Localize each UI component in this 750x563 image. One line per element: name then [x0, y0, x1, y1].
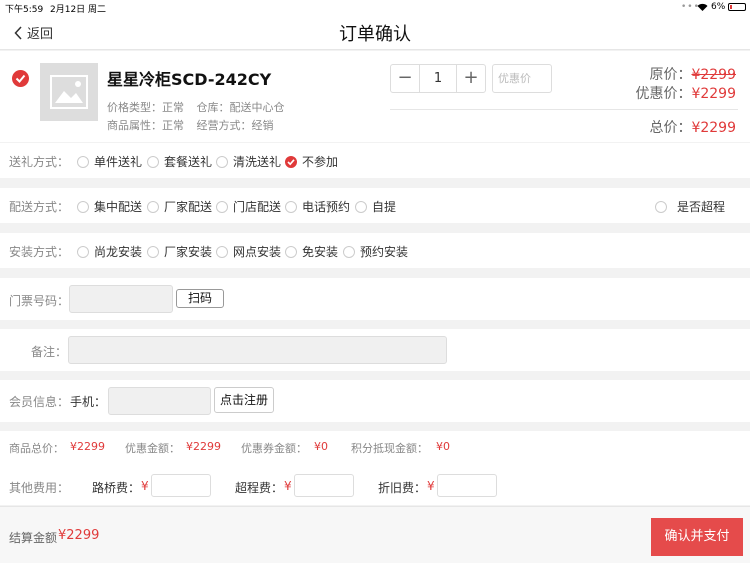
settle-label: 结算金额: [9, 531, 58, 545]
divider: [390, 109, 738, 110]
currency-symbol: ¥: [141, 479, 149, 493]
total-price-label: 总价：: [649, 120, 692, 136]
install-label: 安装方式：: [9, 245, 70, 259]
discount-amount-label: 优惠金额：: [125, 442, 180, 455]
gift-option-cleaning[interactable]: 清洗送礼: [216, 153, 281, 170]
gift-option-single[interactable]: 单件送礼: [77, 153, 142, 170]
product-line-1: 价格类型：正常 仓库：配送中心仓: [107, 99, 285, 115]
footer-bar: 结算金额 ¥2299 确认并支付: [0, 506, 750, 563]
gift-option-package[interactable]: 套餐送礼: [147, 153, 212, 170]
page-title: 订单确认: [339, 24, 411, 45]
summary-section: 商品总价： ¥2299 优惠金额： ¥2299 优惠券金额： ¥0 积分抵现金额…: [0, 431, 750, 505]
product-checkbox[interactable]: [12, 70, 29, 87]
confirm-pay-button[interactable]: 确认并支付: [651, 518, 743, 556]
delivery-option-factory[interactable]: 厂家配送: [147, 198, 212, 215]
ticket-number-input[interactable]: [69, 285, 173, 313]
attr-label: 商品属性：: [107, 119, 162, 132]
over-fee-label: 超程费：: [235, 481, 284, 495]
original-price-row: 原价：¥2299: [649, 64, 736, 84]
mode-label: 经营方式：: [196, 119, 252, 132]
overrange-toggle[interactable]: 是否超程: [655, 198, 725, 215]
currency-symbol: ¥: [284, 479, 292, 493]
discount-price-row: 优惠价：¥2299: [635, 83, 736, 103]
product-card: 星星冷柜SCD-242CY 价格类型：正常 仓库：配送中心仓 商品属性：正常 经…: [0, 51, 750, 142]
road-fee-label: 路桥费：: [92, 481, 141, 495]
delivery-option-phone[interactable]: 电话预约: [285, 198, 350, 215]
goods-total-label: 商品总价：: [9, 442, 64, 455]
gift-option-none[interactable]: 不参加: [285, 153, 338, 170]
old-fee-label: 折旧费：: [378, 481, 427, 495]
total-price-row: 总价：¥2299: [649, 117, 736, 137]
quantity-stepper: − 1 +: [390, 64, 486, 93]
check-icon: [287, 158, 295, 165]
price-type-label: 价格类型：: [107, 101, 162, 114]
settle-amount: ¥2299: [58, 528, 100, 543]
remark-input[interactable]: [68, 336, 447, 364]
warehouse-value: 配送中心仓: [229, 101, 285, 114]
original-price: ¥2299: [691, 67, 736, 83]
attr-value: 正常: [162, 119, 184, 132]
points-amount-label: 积分抵现金额：: [351, 442, 428, 455]
ticket-section: 门票号码： 扫码: [0, 278, 750, 320]
road-fee-input[interactable]: [151, 474, 211, 497]
status-bar: 下午5:59 2月12日 周二 ••• 6%: [0, 0, 750, 15]
battery-icon: [728, 3, 746, 11]
plus-button[interactable]: +: [456, 65, 485, 92]
discount-price: ¥2299: [691, 86, 736, 102]
original-price-label: 原价：: [649, 67, 692, 83]
delivery-section: 配送方式： 集中配送 厂家配送 门店配送 电话预约 自提 是否超程: [0, 188, 750, 223]
quantity-value[interactable]: 1: [420, 65, 456, 92]
wifi-icon: [697, 3, 708, 11]
goods-total-value: ¥2299: [70, 440, 105, 453]
member-label: 会员信息：: [9, 395, 70, 409]
ticket-label: 门票号码：: [9, 294, 70, 308]
delivery-option-central[interactable]: 集中配送: [77, 198, 142, 215]
install-option-shanglong[interactable]: 尚龙安装: [77, 243, 142, 260]
image-placeholder-icon: [50, 75, 88, 109]
install-option-outlet[interactable]: 网点安装: [216, 243, 281, 260]
discount-price-input[interactable]: 优惠价: [492, 64, 552, 93]
member-section: 会员信息： 手机： 点击注册: [0, 380, 750, 422]
minus-button[interactable]: −: [391, 65, 420, 92]
other-fees-label: 其他费用：: [9, 481, 70, 495]
nav-bar: 返回 订单确认: [0, 14, 750, 50]
remark-section: 备注：: [0, 329, 750, 371]
coupon-amount-label: 优惠券金额：: [241, 442, 307, 455]
delivery-option-store[interactable]: 门店配送: [216, 198, 281, 215]
delivery-option-pickup[interactable]: 自提: [355, 198, 396, 215]
remark-label: 备注：: [31, 345, 68, 359]
coupon-amount-value: ¥0: [314, 440, 328, 453]
product-name: 星星冷柜SCD-242CY: [107, 70, 272, 89]
register-button[interactable]: 点击注册: [214, 387, 274, 413]
total-price: ¥2299: [691, 120, 736, 136]
old-fee-input[interactable]: [437, 474, 497, 497]
phone-label: 手机：: [70, 395, 107, 409]
points-amount-value: ¥0: [436, 440, 450, 453]
currency-symbol: ¥: [427, 479, 435, 493]
warehouse-label: 仓库：: [196, 101, 230, 114]
product-image: [40, 63, 98, 121]
check-icon: [15, 74, 26, 83]
discount-price-label: 优惠价：: [635, 86, 692, 102]
install-option-factory[interactable]: 厂家安装: [147, 243, 212, 260]
battery-percent: 6%: [711, 2, 726, 12]
gift-section: 送礼方式： 单件送礼 套餐送礼 清洗送礼 不参加: [0, 143, 750, 178]
gift-label: 送礼方式：: [9, 155, 70, 169]
install-section: 安装方式： 尚龙安装 厂家安装 网点安装 免安装 预约安装: [0, 233, 750, 268]
scan-button[interactable]: 扫码: [176, 289, 224, 308]
mode-value: 经销: [251, 119, 274, 132]
discount-amount-value: ¥2299: [186, 440, 221, 453]
phone-input[interactable]: [108, 387, 211, 415]
over-fee-input[interactable]: [294, 474, 354, 497]
price-type-value: 正常: [162, 101, 184, 114]
install-option-free[interactable]: 免安装: [285, 243, 338, 260]
delivery-label: 配送方式：: [9, 200, 70, 214]
product-line-2: 商品属性：正常 经营方式：经销: [107, 117, 274, 133]
install-option-appointment[interactable]: 预约安装: [343, 243, 408, 260]
